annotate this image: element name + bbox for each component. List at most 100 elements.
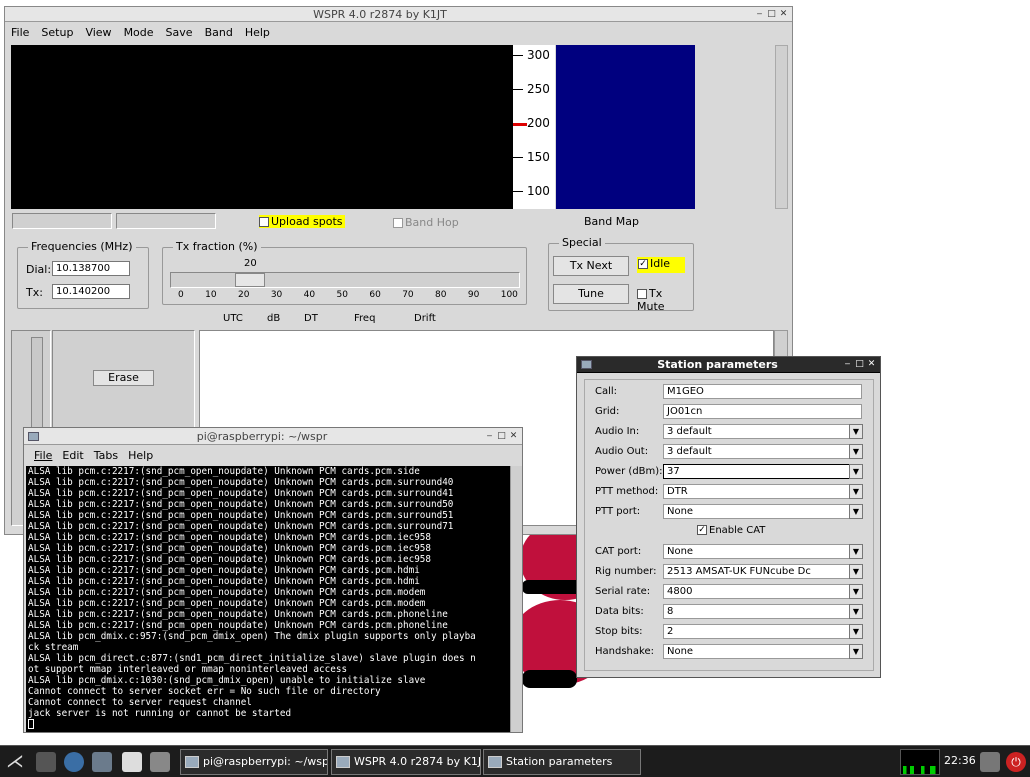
dial-frequency-field[interactable]: 10.138700 [52, 261, 130, 276]
terminal-scrollbar[interactable] [510, 466, 522, 732]
tx-frequency-field[interactable]: 10.140200 [52, 284, 130, 299]
desktop-icon[interactable] [92, 752, 112, 772]
station-field-label: Audio Out: [595, 446, 649, 457]
menu-save[interactable]: Save [166, 26, 193, 39]
station-select-field[interactable]: None [663, 544, 862, 559]
lock-screen-icon[interactable] [980, 752, 1000, 772]
task-wspr[interactable]: WSPR 4.0 r2874 by K1JT [331, 749, 481, 775]
upload-spots-label: Upload spots [271, 215, 343, 228]
erase-button[interactable]: Erase [93, 370, 154, 386]
close-icon[interactable]: ✕ [867, 360, 876, 369]
waterfall-display[interactable] [11, 45, 513, 209]
task-terminal[interactable]: pi@raspberrypi: ~/wspr [180, 749, 328, 775]
band-hop-checkbox[interactable]: Band Hop [393, 216, 459, 229]
workspace-icon[interactable] [150, 752, 170, 772]
menu-file[interactable]: File [11, 26, 29, 39]
station-field-label: Call: [595, 386, 618, 397]
menu-help[interactable]: Help [245, 26, 270, 39]
tx-mute-checkbox[interactable]: Tx Mute [637, 287, 693, 313]
station-text-field[interactable]: M1GEO [663, 384, 862, 399]
workspace-switcher-icon[interactable] [122, 752, 142, 772]
chevron-down-icon[interactable]: ▼ [849, 564, 863, 579]
station-select-field[interactable]: 3 default [663, 444, 862, 459]
browser-icon[interactable] [64, 752, 84, 772]
station-row: Stop bits: 2 ▼ [595, 624, 863, 640]
station-select-field[interactable]: 4800 [663, 584, 862, 599]
menu-mode[interactable]: Mode [124, 26, 154, 39]
tx-next-button[interactable]: Tx Next [553, 256, 629, 276]
station-select-field[interactable]: 37 [663, 464, 862, 479]
band-map-scrollbar[interactable] [775, 45, 788, 209]
station-select-field[interactable]: None [663, 504, 862, 519]
chevron-down-icon[interactable]: ▼ [849, 584, 863, 599]
chevron-down-icon[interactable]: ▼ [849, 464, 863, 479]
terminal-line: ALSA lib pcm.c:2217:(snd_pcm_open_noupda… [28, 488, 454, 499]
power-icon[interactable]: ⏻ [1006, 752, 1026, 772]
menu-tabs[interactable]: Tabs [94, 449, 118, 462]
enable-cat-checkbox[interactable]: ✓ Enable CAT [697, 525, 765, 536]
minimize-icon[interactable]: ‒ [485, 431, 494, 441]
maximize-icon[interactable]: □ [767, 9, 776, 19]
task-station-parameters[interactable]: Station parameters [483, 749, 641, 775]
chevron-down-icon[interactable]: ▼ [849, 444, 863, 459]
menu-edit[interactable]: Edit [62, 449, 83, 462]
station-field-label: CAT port: [595, 546, 642, 557]
station-row: Rig number: 2513 AMSAT-UK FUNcube Dc ▼ [595, 564, 863, 580]
chevron-down-icon[interactable]: ▼ [849, 424, 863, 439]
chevron-down-icon[interactable]: ▼ [849, 604, 863, 619]
checkbox-icon [393, 218, 403, 228]
idle-label: Idle [650, 257, 671, 270]
chevron-down-icon[interactable]: ▼ [849, 544, 863, 559]
tick-label: 90 [467, 290, 480, 300]
level-slider[interactable] [31, 337, 43, 437]
close-icon[interactable]: ✕ [779, 9, 788, 19]
chevron-down-icon[interactable]: ▼ [849, 644, 863, 659]
file-manager-icon[interactable] [36, 752, 56, 772]
tx-fraction-ticks: 0 10 20 30 40 50 60 70 80 90 100 [178, 290, 518, 300]
clock[interactable]: 22:36 [944, 754, 976, 767]
menu-file[interactable]: File [34, 449, 52, 462]
checkbox-icon [637, 289, 647, 299]
station-select-field[interactable]: None [663, 644, 862, 659]
station-select-field[interactable]: 8 [663, 604, 862, 619]
terminal-icon [185, 756, 199, 768]
wspr-titlebar[interactable]: WSPR 4.0 r2874 by K1JT ‒ □ ✕ [5, 7, 792, 22]
minimize-icon[interactable]: ‒ [843, 360, 852, 369]
tx-fraction-slider[interactable] [170, 272, 520, 288]
upload-spots-checkbox[interactable]: Upload spots [259, 215, 345, 228]
menu-band[interactable]: Band [205, 26, 233, 39]
menu-view[interactable]: View [85, 26, 111, 39]
column-drift: Drift [414, 313, 436, 324]
station-text-field[interactable]: JO01cn [663, 404, 862, 419]
slider-handle[interactable] [235, 273, 265, 287]
menu-setup[interactable]: Setup [41, 26, 73, 39]
tx-label: Tx: [26, 286, 43, 299]
chevron-down-icon[interactable]: ▼ [849, 484, 863, 499]
terminal-line: ALSA lib pcm.c:2217:(snd_pcm_open_noupda… [28, 565, 420, 576]
tune-button[interactable]: Tune [553, 284, 629, 304]
maximize-icon[interactable]: □ [497, 431, 506, 441]
terminal-line: ALSA lib pcm.c:2217:(snd_pcm_open_noupda… [28, 543, 431, 554]
station-field-label: Handshake: [595, 646, 654, 657]
terminal-cursor [28, 719, 34, 729]
progress-bar [12, 213, 112, 229]
station-titlebar[interactable]: Station parameters ‒ □ ✕ [577, 357, 880, 373]
chevron-down-icon[interactable]: ▼ [849, 624, 863, 639]
station-select-field[interactable]: 2513 AMSAT-UK FUNcube Dc [663, 564, 862, 579]
idle-checkbox[interactable]: ✓ Idle [637, 257, 685, 273]
station-select-field[interactable]: 2 [663, 624, 862, 639]
menu-help[interactable]: Help [128, 449, 153, 462]
close-icon[interactable]: ✕ [509, 431, 518, 441]
checkbox-icon [259, 217, 269, 227]
terminal-titlebar[interactable]: pi@raspberrypi: ~/wspr ‒ □ ✕ [24, 428, 522, 445]
chevron-down-icon[interactable]: ▼ [849, 504, 863, 519]
station-select-field[interactable]: 3 default [663, 424, 862, 439]
terminal-output[interactable]: ALSA lib pcm.c:2217:(snd_pcm_open_noupda… [26, 466, 510, 732]
minimize-icon[interactable]: ‒ [755, 9, 764, 19]
terminal-title: pi@raspberrypi: ~/wspr [196, 429, 328, 443]
maximize-icon[interactable]: □ [855, 360, 864, 369]
progress-bar [116, 213, 216, 229]
station-select-field[interactable]: DTR [663, 484, 862, 499]
start-menu-icon[interactable]: ⋌ [6, 752, 26, 772]
tick-label: 100 [500, 290, 518, 300]
